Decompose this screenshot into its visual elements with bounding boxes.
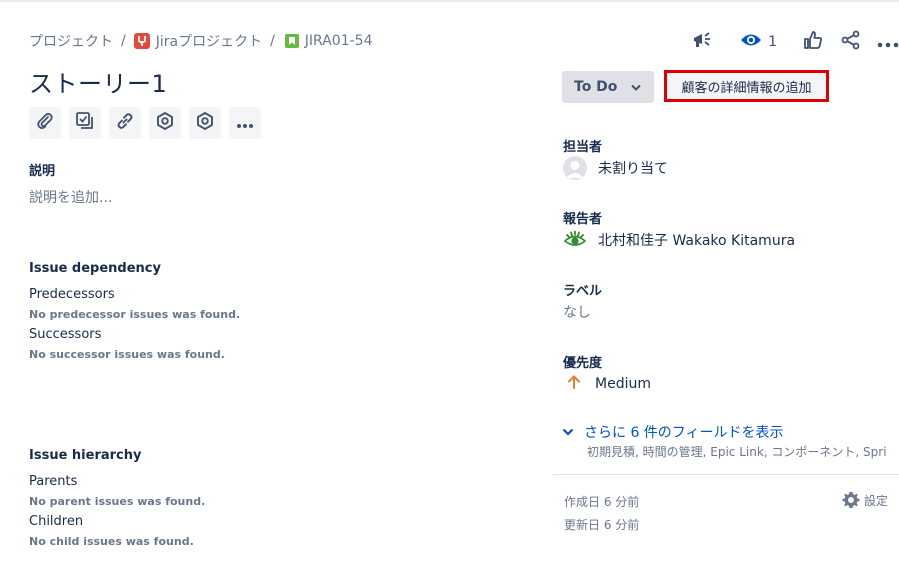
priority-value: Medium [595, 376, 651, 392]
breadcrumb: プロジェクト / Jiraプロジェクト / JIRA01-54 [29, 32, 372, 50]
status-label: To Do [574, 79, 618, 95]
more-fields-list: 初期見積, 時間の管理, Epic Link, コンポーネント, Sprin..… [587, 445, 887, 459]
parents-label: Parents [29, 474, 78, 489]
children-empty: No child issues was found. [29, 535, 194, 548]
eye-icon [740, 32, 762, 52]
toolbar-more-button[interactable] [229, 107, 261, 139]
labels-value[interactable]: なし [563, 302, 591, 322]
megaphone-icon [692, 30, 714, 54]
dependency-title: Issue dependency [29, 261, 161, 276]
breadcrumb-project[interactable]: Jiraプロジェクト [156, 31, 262, 51]
app-button-2[interactable] [189, 107, 221, 139]
unassigned-avatar-icon [563, 156, 587, 180]
predecessors-label: Predecessors [29, 287, 115, 302]
watch-button[interactable]: 1 [740, 30, 777, 54]
status-dropdown[interactable]: To Do [562, 71, 654, 103]
attach-button[interactable] [29, 107, 61, 139]
breadcrumb-projects[interactable]: プロジェクト [29, 31, 113, 51]
description-label: 説明 [29, 164, 56, 179]
more-icon [877, 33, 899, 52]
vote-button[interactable] [803, 30, 823, 54]
assignee-field[interactable]: 未割り当て [563, 156, 668, 180]
created-date: 作成日 6 分前 [564, 495, 640, 509]
hexagon-icon [196, 111, 214, 134]
successors-label: Successors [29, 327, 102, 342]
reporter-value: 北村和佳子 Wakako Kitamura [598, 233, 796, 249]
updated-date: 更新日 6 分前 [564, 518, 640, 532]
add-customer-details-button[interactable]: 顧客の詳細情報の追加 [664, 70, 829, 102]
gear-icon [842, 491, 860, 509]
chevron-down-icon [631, 79, 642, 95]
reporter-label: 報告者 [563, 212, 603, 227]
hierarchy-title: Issue hierarchy [29, 448, 142, 463]
link-issue-button[interactable] [109, 107, 141, 139]
assignee-label: 担当者 [563, 140, 603, 155]
priority-field[interactable]: Medium [567, 374, 651, 394]
attachment-icon [36, 112, 54, 134]
share-button[interactable] [841, 30, 861, 54]
issue-actions: 1 [674, 30, 899, 54]
checklist-icon [76, 112, 94, 134]
app-button-1[interactable] [149, 107, 181, 139]
breadcrumb-separator: / [270, 33, 275, 49]
watch-count: 1 [768, 34, 777, 50]
show-more-fields-label: さらに 6 件のフィールドを表示 [584, 425, 784, 441]
description-placeholder[interactable]: 説明を追加... [29, 187, 112, 207]
link-icon [116, 112, 134, 134]
labels-label: ラベル [563, 284, 603, 299]
children-label: Children [29, 514, 84, 529]
more-actions-button[interactable] [877, 30, 899, 54]
feedback-button[interactable] [692, 30, 714, 54]
parents-empty: No parent issues was found. [29, 495, 206, 508]
configure-button[interactable]: 設定 [842, 491, 888, 509]
predecessors-empty: No predecessor issues was found. [29, 308, 241, 321]
reporter-field[interactable]: 北村和佳子 Wakako Kitamura [563, 228, 795, 252]
top-border [0, 0, 899, 2]
successors-empty: No successor issues was found. [29, 348, 225, 361]
create-subtask-button[interactable] [69, 107, 101, 139]
show-more-fields-link[interactable]: さらに 6 件のフィールドを表示 [562, 422, 784, 442]
more-icon [236, 114, 254, 133]
breadcrumb-separator: / [121, 33, 126, 49]
arrow-up-icon [567, 374, 581, 394]
issue-title[interactable]: ストーリー1 [29, 64, 167, 99]
issue-toolbar [29, 107, 269, 139]
share-icon [841, 30, 861, 54]
thumbs-up-icon [803, 30, 823, 54]
reporter-avatar-icon [563, 228, 587, 252]
footer-divider [553, 474, 899, 475]
assignee-value: 未割り当て [598, 161, 668, 177]
priority-label: 優先度 [563, 356, 603, 371]
hexagon-icon [156, 111, 174, 134]
project-avatar-icon [133, 33, 150, 49]
settings-label: 設定 [864, 493, 889, 508]
story-type-icon [284, 34, 299, 48]
breadcrumb-issue-key[interactable]: JIRA01-54 [305, 33, 373, 49]
chevron-down-icon [562, 428, 574, 436]
